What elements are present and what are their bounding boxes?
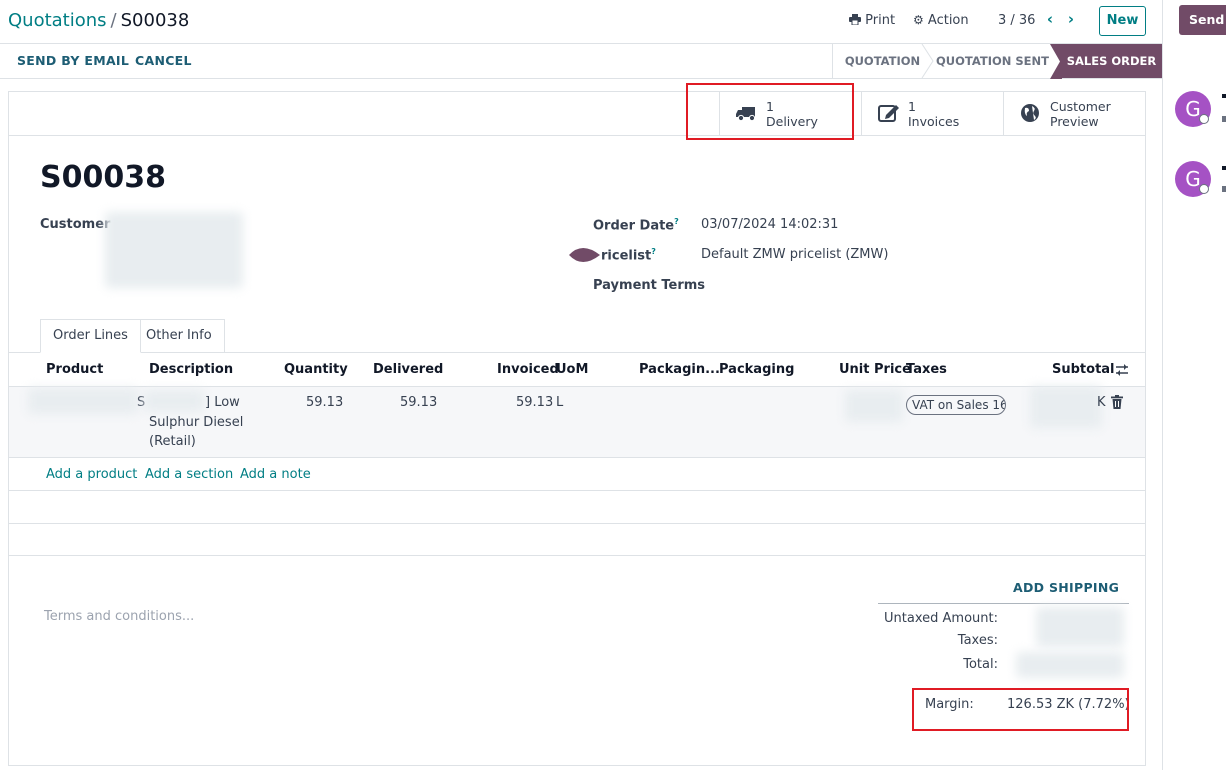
untaxed-amount-redacted: [1036, 607, 1124, 647]
stage-sales-order[interactable]: SALES ORDER: [1061, 44, 1162, 78]
delivered-cell[interactable]: 59.13: [400, 395, 437, 410]
description-line2[interactable]: Sulphur Diesel: [149, 415, 243, 430]
order-date-help-icon[interactable]: ?: [674, 217, 679, 226]
customer-preview-line1: Customer: [1050, 99, 1111, 114]
breadcrumb-separator: /: [110, 10, 117, 31]
invoices-count: 1: [908, 99, 916, 114]
message-body-clip: [1222, 186, 1226, 192]
invoices-smart-button[interactable]: 1 Invoices: [861, 91, 1003, 136]
action-label: Action: [927, 13, 969, 28]
stage-quotation[interactable]: QUOTATION: [832, 44, 932, 78]
add-note-link[interactable]: Add a note: [240, 467, 311, 482]
pricelist-label-text: ricelist: [601, 248, 652, 264]
globe-icon: [1021, 104, 1039, 122]
delivery-highlight-box: [686, 83, 854, 140]
column-uom[interactable]: UoM: [556, 362, 588, 377]
pencil-square-icon: [878, 105, 899, 122]
order-date-value[interactable]: 03/07/2024 14:02:31: [701, 217, 838, 232]
trash-icon[interactable]: [1111, 395, 1123, 409]
status-dot-icon: [1199, 114, 1209, 124]
unit-price-redacted[interactable]: [845, 390, 903, 422]
uom-cell[interactable]: L: [556, 395, 563, 410]
pricelist-help-icon[interactable]: ?: [651, 247, 656, 256]
table-divider: [9, 490, 1145, 491]
pager-next-icon[interactable]: ›: [1062, 8, 1080, 30]
subtotal-redacted: [1030, 386, 1102, 428]
pager-value[interactable]: 3 / 36: [998, 13, 1035, 28]
table-divider: [9, 555, 1145, 556]
customer-label: Customer: [40, 217, 111, 232]
tab-other-info[interactable]: Other Info: [134, 319, 225, 353]
subtotal-suffix: K: [1097, 395, 1106, 410]
send-by-email-button[interactable]: SEND BY EMAIL: [17, 53, 129, 68]
description-line1[interactable]: ] Low: [205, 395, 240, 410]
order-date-label-text: Order Date: [593, 218, 675, 234]
leaf-shape: [569, 248, 600, 262]
invoices-label: Invoices: [908, 114, 960, 129]
stage-label: SALES ORDER: [1066, 54, 1157, 68]
table-divider: [9, 523, 1145, 524]
print-button[interactable]: Print: [849, 13, 895, 28]
message-author-clip: [1222, 166, 1226, 170]
send-message-button[interactable]: Send m: [1179, 5, 1226, 35]
column-packaging[interactable]: Packaging: [719, 362, 794, 377]
column-delivered[interactable]: Delivered: [373, 362, 443, 377]
tax-badge[interactable]: VAT on Sales 16%: [906, 395, 1006, 415]
column-unit-price[interactable]: Unit Price: [839, 362, 911, 377]
stage-quotation-sent[interactable]: QUOTATION SENT: [935, 44, 1050, 78]
cancel-button[interactable]: CANCEL: [135, 53, 192, 68]
column-packaging-qty[interactable]: Packagin...: [639, 362, 720, 377]
total-redacted: [1016, 652, 1124, 678]
taxes-label: Taxes:: [957, 633, 998, 648]
pager-previous-icon[interactable]: ‹: [1041, 8, 1059, 30]
tab-order-lines[interactable]: Order Lines: [40, 319, 141, 353]
breadcrumb-quotations-link[interactable]: Quotations: [8, 10, 107, 31]
message-body-clip: [1222, 116, 1226, 122]
totals-divider: [878, 603, 1129, 604]
column-product[interactable]: Product: [46, 362, 103, 377]
product-cell-redacted[interactable]: [28, 388, 138, 414]
add-product-link[interactable]: Add a product: [46, 467, 137, 482]
print-label: Print: [865, 13, 896, 28]
order-title: S00038: [40, 160, 166, 195]
add-section-link[interactable]: Add a section: [145, 467, 233, 482]
description-code-redacted: [144, 390, 204, 412]
margin-highlight-box: [912, 688, 1129, 731]
breadcrumb-current: S00038: [120, 10, 190, 31]
stage-label: QUOTATION SENT: [936, 54, 1049, 68]
untaxed-amount-label: Untaxed Amount:: [884, 611, 998, 626]
stage-label: QUOTATION: [844, 54, 921, 68]
stage-separator: [921, 44, 934, 78]
customer-preview-line2: Preview: [1050, 114, 1099, 129]
column-quantity[interactable]: Quantity: [284, 362, 348, 377]
customer-field-redacted[interactable]: [105, 212, 243, 288]
total-label: Total:: [963, 657, 998, 672]
order-date-label: Order Date?: [593, 217, 679, 233]
quantity-cell[interactable]: 59.13: [306, 395, 343, 410]
pricelist-value[interactable]: Default ZMW pricelist (ZMW): [701, 247, 888, 262]
breadcrumb: Quotations / S00038: [8, 10, 189, 31]
description-line3[interactable]: (Retail): [149, 434, 196, 449]
column-taxes[interactable]: Taxes: [906, 362, 947, 377]
payment-terms-label: Payment Terms: [593, 278, 706, 293]
column-invoiced[interactable]: Invoiced: [497, 362, 559, 377]
customer-preview-smart-button[interactable]: Customer Preview: [1003, 91, 1146, 136]
terms-input[interactable]: Terms and conditions...: [44, 609, 194, 624]
invoiced-cell: 59.13: [516, 395, 554, 410]
add-shipping-button[interactable]: ADD SHIPPING: [1013, 580, 1119, 595]
pricelist-label: ricelist?: [601, 247, 656, 263]
message-author-clip: [1222, 94, 1226, 98]
column-description[interactable]: Description: [149, 362, 233, 377]
gear-icon: ⚙: [913, 13, 924, 27]
printer-icon: [849, 14, 861, 26]
action-button[interactable]: ⚙ Action: [913, 13, 969, 28]
new-button[interactable]: New: [1099, 6, 1146, 36]
column-subtotal[interactable]: Subtotal: [1052, 362, 1115, 377]
optional-columns-icon[interactable]: [1115, 364, 1129, 376]
status-dot-icon: [1199, 184, 1209, 194]
